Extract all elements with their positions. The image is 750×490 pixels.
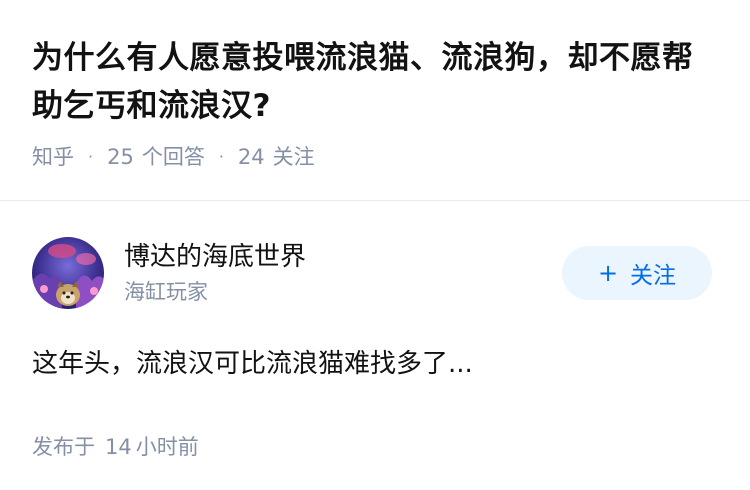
follow-button[interactable]: + 关注 [562, 246, 712, 300]
published-prefix: 发布于 [32, 435, 95, 459]
source-label[interactable]: 知乎 [32, 142, 74, 172]
answer-card: 博达的海底世界 海缸玩家 + 关注 这年头，流浪汉可比流浪猫难找多了... 发布… [32, 236, 718, 462]
avatar[interactable] [32, 237, 104, 309]
author-row: 博达的海底世界 海缸玩家 + 关注 [32, 236, 718, 310]
published-unit: 小时前 [135, 435, 199, 459]
question-meta: 知乎 · 25 个回答 · 24 关注 [32, 142, 722, 172]
followers-count: 24 [237, 145, 265, 169]
plus-icon: + [597, 259, 619, 287]
divider [0, 200, 750, 201]
answers-label: 个回答 [141, 145, 205, 169]
published-time: 发布于 14 小时前 [32, 432, 718, 462]
question-title[interactable]: 为什么有人愿意投喂流浪猫、流浪狗，却不愿帮助乞丐和流浪汉? [32, 34, 722, 130]
separator-dot: · [88, 147, 94, 166]
question-header: 为什么有人愿意投喂流浪猫、流浪狗，却不愿帮助乞丐和流浪汉? 知乎 · 25 个回… [32, 34, 722, 172]
followers-label: 关注 [272, 145, 315, 169]
answers-count: 25 [107, 145, 134, 169]
author-info: 博达的海底世界 海缸玩家 [124, 239, 562, 307]
avatar-image-icon [32, 237, 104, 309]
published-number: 14 [105, 435, 132, 459]
author-name[interactable]: 博达的海底世界 [124, 239, 562, 275]
answer-excerpt[interactable]: 这年头，流浪汉可比流浪猫难找多了... [32, 346, 718, 382]
follow-button-label: 关注 [630, 263, 677, 289]
separator-dot: · [218, 147, 224, 166]
author-bio: 海缸玩家 [124, 280, 208, 304]
